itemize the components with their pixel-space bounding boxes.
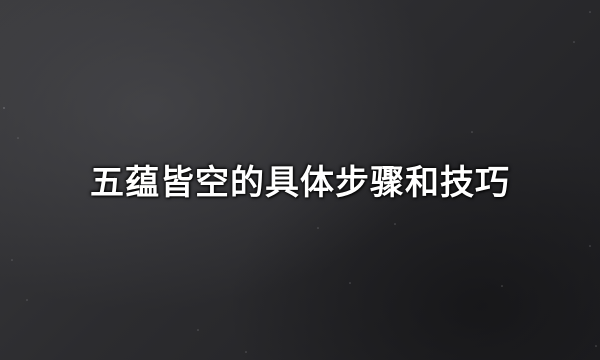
page-title: 五蕴皆空的具体步骤和技巧 [90, 163, 510, 203]
cover-image: 五蕴皆空的具体步骤和技巧 [0, 0, 600, 360]
